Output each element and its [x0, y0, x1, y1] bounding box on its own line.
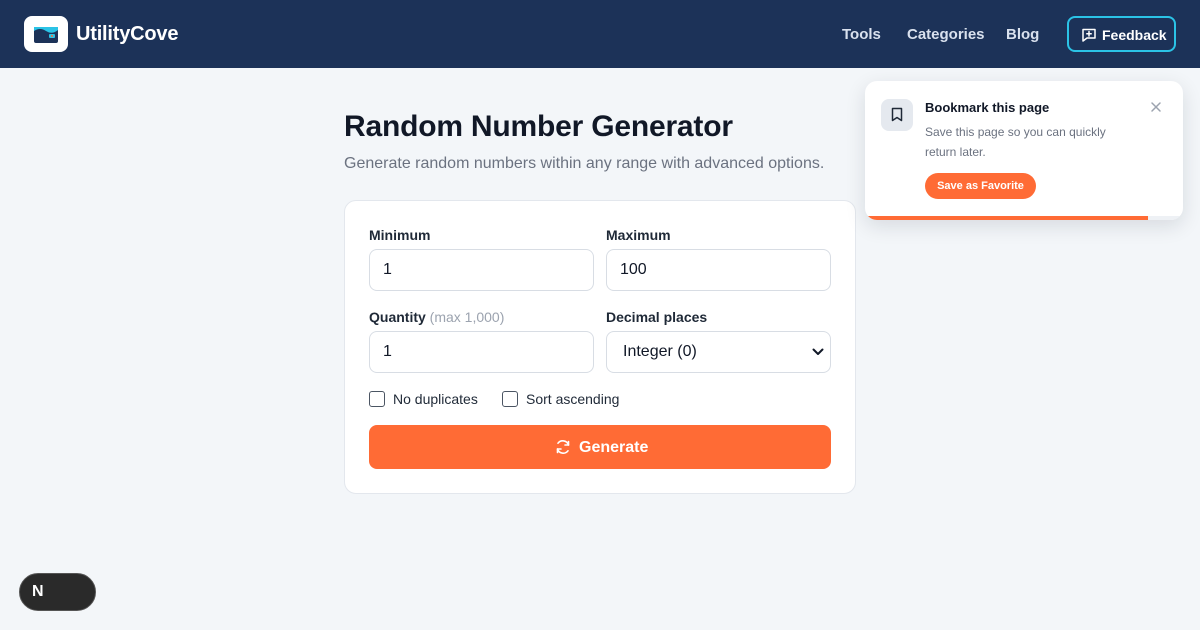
refresh-icon	[556, 440, 570, 454]
chevron-down-icon	[812, 348, 824, 355]
quantity-hint: (max 1,000)	[429, 309, 505, 325]
max-input[interactable]: 100	[606, 249, 831, 291]
min-input[interactable]: 1	[369, 249, 594, 291]
decimals-label: Decimal places	[606, 309, 708, 325]
brand-name[interactable]: UtilityCove	[76, 23, 178, 46]
nav-categories[interactable]: Categories	[907, 26, 985, 43]
nav-tools[interactable]: Tools	[842, 26, 881, 43]
page-subtitle: Generate random numbers within any range…	[344, 155, 825, 172]
sort-ascending-checkbox[interactable]	[502, 391, 518, 407]
quantity-input[interactable]: 1	[369, 331, 594, 373]
feedback-label: Feedback	[1102, 27, 1167, 43]
top-navbar: UtilityCove Tools Categories Blog Feedba…	[0, 0, 1200, 68]
toast-progress-fill	[865, 216, 1149, 220]
no-duplicates-checkbox[interactable]	[369, 391, 385, 407]
brand-logo[interactable]	[24, 16, 68, 52]
bookmark-toast: Bookmark this page Save this page so you…	[865, 81, 1183, 220]
toast-progress-track	[865, 216, 1183, 220]
dev-tools-badge[interactable]: N	[19, 573, 96, 611]
page-title: Random Number Generator	[344, 110, 733, 143]
max-label: Maximum	[606, 227, 671, 243]
quantity-label: Quantity (max 1,000)	[369, 309, 504, 325]
bookmark-icon	[891, 107, 903, 122]
sort-ascending-label[interactable]: Sort ascending	[526, 391, 619, 407]
message-plus-icon	[1082, 28, 1096, 42]
decimals-selected: Integer (0)	[623, 343, 697, 360]
wallet-icon	[34, 27, 58, 43]
quantity-label-text: Quantity	[369, 309, 426, 325]
generate-button[interactable]: Generate	[369, 425, 831, 469]
no-duplicates-label[interactable]: No duplicates	[393, 391, 478, 407]
nav-blog[interactable]: Blog	[1006, 26, 1039, 43]
min-label: Minimum	[369, 227, 431, 243]
save-favorite-button[interactable]: Save as Favorite	[925, 173, 1036, 199]
feedback-button[interactable]: Feedback	[1067, 16, 1176, 52]
toast-message: Save this page so you can quickly return…	[925, 125, 1106, 159]
close-icon[interactable]	[1149, 100, 1163, 114]
bookmark-icon-box	[881, 99, 913, 131]
decimals-select[interactable]: Integer (0)	[606, 331, 831, 373]
dev-badge-label: N	[32, 583, 44, 600]
toast-title: Bookmark this page	[925, 100, 1050, 115]
generate-label: Generate	[579, 439, 649, 456]
